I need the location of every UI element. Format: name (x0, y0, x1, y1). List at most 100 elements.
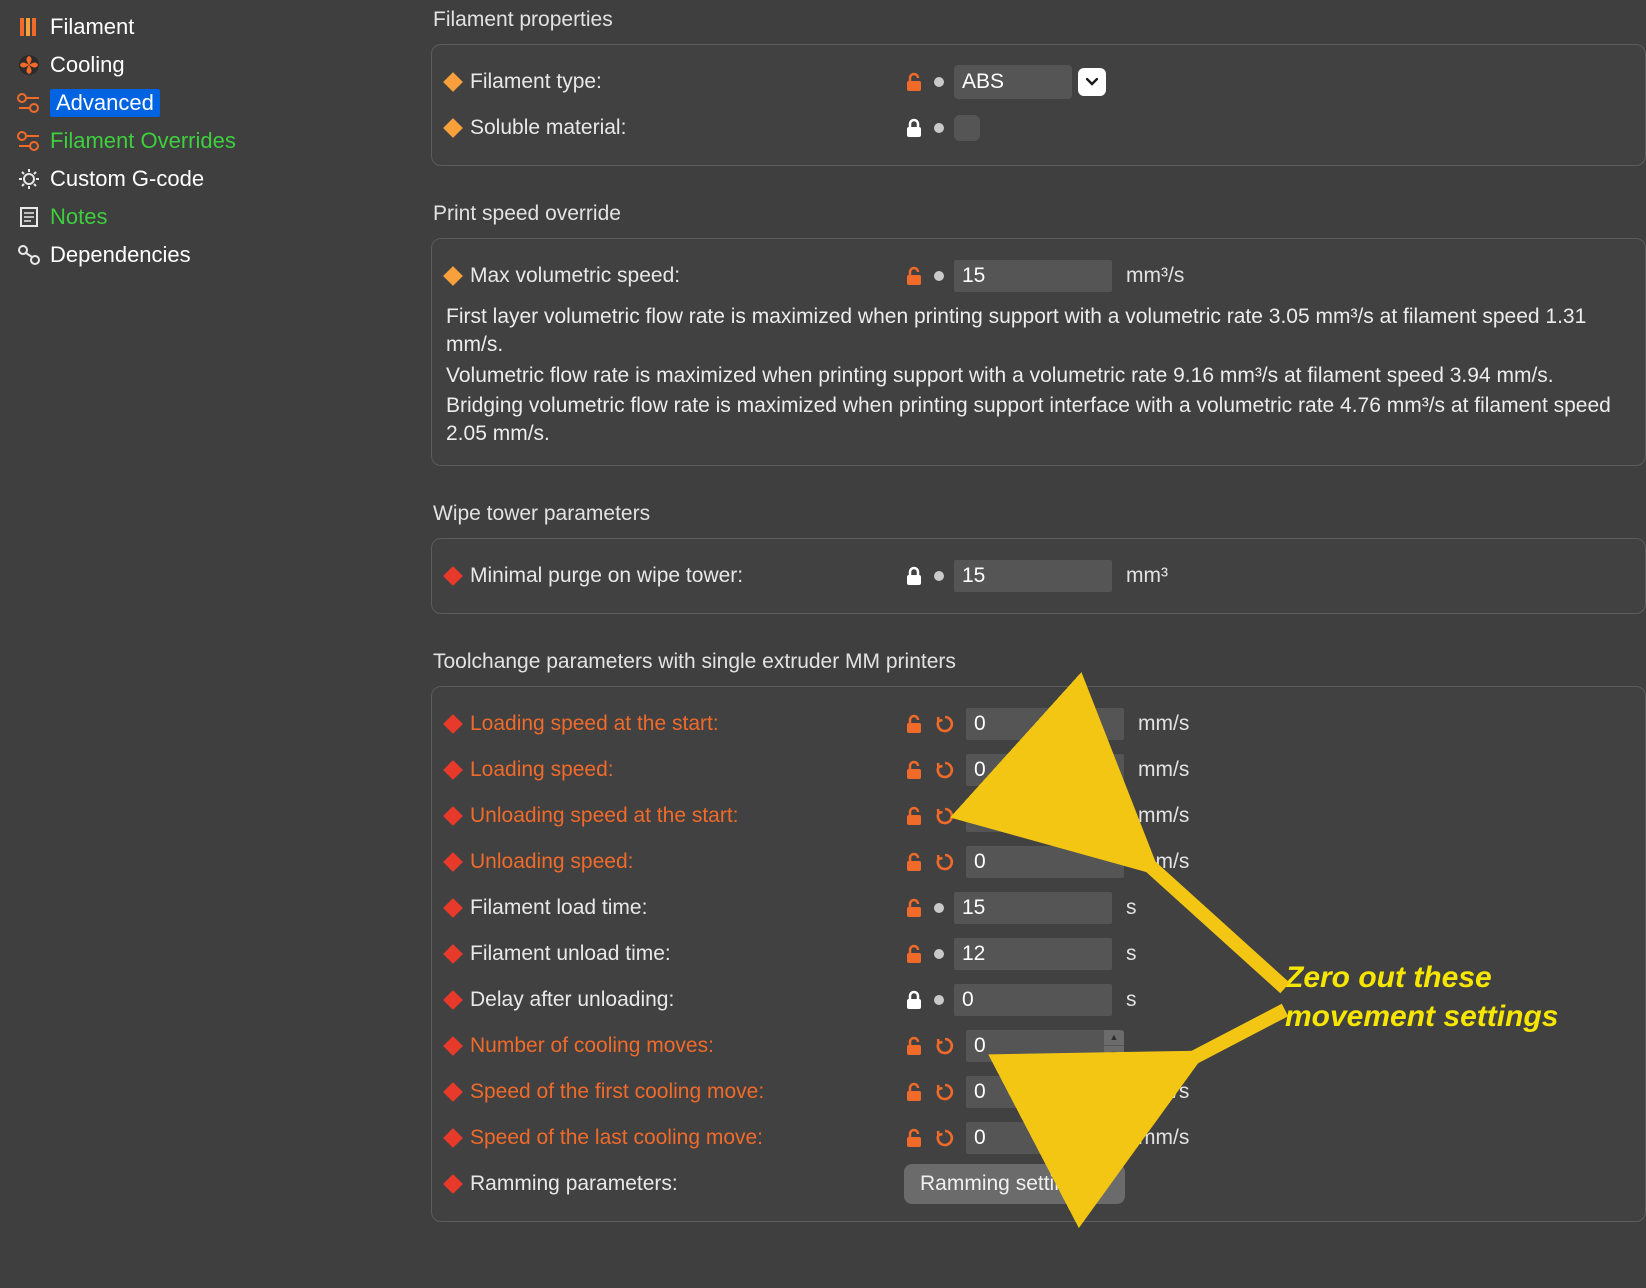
ramming-settings-button[interactable]: Ramming settings… (904, 1164, 1125, 1204)
row-label-text: Minimal purge on wipe tower: (470, 564, 743, 588)
last_cool-input[interactable] (966, 1122, 1124, 1154)
group-title: Print speed override (431, 202, 1646, 226)
row-label-text: Delay after unloading: (470, 988, 674, 1012)
sidebar-item-advanced[interactable]: Advanced (16, 84, 407, 122)
unit-label: mm/s (1138, 1126, 1189, 1150)
reset-icon[interactable] (934, 1081, 956, 1103)
reset-icon[interactable] (934, 759, 956, 781)
unit-label: s (1126, 942, 1137, 966)
group-title: Filament properties (431, 8, 1646, 32)
unlock-icon[interactable] (904, 943, 924, 965)
unlock-icon[interactable] (904, 1081, 924, 1103)
first_cool-input[interactable] (966, 1076, 1124, 1108)
row-label-text: Loading speed at the start: (470, 712, 719, 736)
filament-type-select[interactable]: ABS (954, 65, 1072, 99)
max-volumetric-input[interactable] (954, 260, 1112, 292)
group-filament-properties: Filament properties Filament type: ABS (431, 8, 1646, 166)
reset-icon[interactable] (934, 713, 956, 735)
reset-icon[interactable] (934, 1127, 956, 1149)
row-label-text: Unloading speed: (470, 850, 633, 874)
modified-marker-icon (443, 714, 463, 734)
row-label-text: Unloading speed at the start: (470, 804, 739, 828)
modified-marker-icon (443, 1128, 463, 1148)
row-label-text: Ramming parameters: (470, 1172, 678, 1196)
sidebar-item-filament[interactable]: Filament (16, 8, 407, 46)
modified-marker-icon (443, 118, 463, 138)
sliders-icon (16, 128, 42, 154)
unlock-icon[interactable] (904, 1127, 924, 1149)
row-label-text: Number of cooling moves: (470, 1034, 714, 1058)
unit-label: mm/s (1138, 712, 1189, 736)
row-unloading_start: Unloading speed at the start:mm/s (446, 793, 1631, 839)
sidebar-item-label: Advanced (50, 89, 160, 117)
annotation-text: Zero out these movement settings (1285, 958, 1558, 1036)
unlock-icon[interactable] (904, 1035, 924, 1057)
lock-icon[interactable] (904, 117, 924, 139)
main-panel: Filament properties Filament type: ABS (407, 0, 1646, 1288)
unit-label: mm/s (1138, 758, 1189, 782)
modified-marker-icon (443, 266, 463, 286)
lock-icon[interactable] (904, 989, 924, 1011)
soluble-checkbox[interactable] (954, 115, 980, 141)
sidebar-item-label: Custom G-code (50, 166, 204, 192)
modified-marker-icon (443, 944, 463, 964)
min-purge-input[interactable] (954, 560, 1112, 592)
row-soluble: Soluble material: (446, 105, 1631, 151)
unlock-icon[interactable] (904, 805, 924, 827)
modified-marker-icon (443, 1082, 463, 1102)
lock-icon[interactable] (904, 565, 924, 587)
gear-icon (16, 166, 42, 192)
volumetric-info: First layer volumetric flow rate is maxi… (446, 303, 1631, 449)
dropdown-button[interactable] (1078, 68, 1106, 96)
unloading_start-input[interactable] (966, 800, 1124, 832)
unit-label: mm³/s (1126, 264, 1184, 288)
unlock-icon[interactable] (904, 897, 924, 919)
sidebar-item-cooling[interactable]: Cooling (16, 46, 407, 84)
row-label-text: Speed of the first cooling move: (470, 1080, 764, 1104)
reset-icon[interactable] (934, 1035, 956, 1057)
row-first_cool: Speed of the first cooling move: mm/s (446, 1069, 1631, 1115)
row-filament-type: Filament type: ABS (446, 59, 1631, 105)
unlock-icon[interactable] (904, 759, 924, 781)
load_time-input[interactable] (954, 892, 1112, 924)
loading_start-input[interactable] (966, 708, 1124, 740)
unit-label: mm/s (1138, 1080, 1189, 1104)
unit-label: s (1126, 896, 1137, 920)
modified-marker-icon (443, 990, 463, 1010)
unload_time-input[interactable] (954, 938, 1112, 970)
delay-input[interactable] (954, 984, 1112, 1016)
sidebar-item-dependencies[interactable]: Dependencies (16, 236, 407, 274)
group-print-speed-override: Print speed override Max volumetric spee… (431, 202, 1646, 466)
row-load_time: Filament load time:s (446, 885, 1631, 931)
sidebar-item-custom-gcode[interactable]: Custom G-code (16, 160, 407, 198)
row-loading: Loading speed: mm/s (446, 747, 1631, 793)
unlock-icon[interactable] (904, 71, 924, 93)
row-unloading: Unloading speed:mm/s (446, 839, 1631, 885)
bullet-icon (934, 995, 944, 1005)
group-toolchange: Toolchange parameters with single extrud… (431, 650, 1646, 1222)
bullet-icon (934, 77, 944, 87)
note-icon (16, 204, 42, 230)
unlock-icon[interactable] (904, 265, 924, 287)
sidebar-item-label: Filament (50, 14, 134, 40)
cooling_moves-input[interactable] (966, 1030, 1124, 1062)
sidebar-item-label: Filament Overrides (50, 128, 236, 154)
unlock-icon[interactable] (904, 713, 924, 735)
reset-icon[interactable] (934, 851, 956, 873)
row-loading_start: Loading speed at the start: mm/s (446, 701, 1631, 747)
spinner-arrows[interactable]: ▲▼ (1104, 1030, 1124, 1062)
sidebar-item-notes[interactable]: Notes (16, 198, 407, 236)
row-ramming: Ramming parameters: Ramming settings… (446, 1161, 1631, 1207)
bullet-icon (934, 271, 944, 281)
unloading-input[interactable] (966, 846, 1124, 878)
reset-icon[interactable] (934, 805, 956, 827)
unit-label: mm³ (1126, 564, 1168, 588)
unlock-icon[interactable] (904, 851, 924, 873)
row-label-text: Soluble material: (470, 116, 626, 140)
loading-input[interactable] (966, 754, 1124, 786)
unit-label: s (1126, 988, 1137, 1012)
sidebar-item-filament-overrides[interactable]: Filament Overrides (16, 122, 407, 160)
modified-marker-icon (443, 898, 463, 918)
group-title: Toolchange parameters with single extrud… (431, 650, 1646, 674)
row-label-text: Loading speed: (470, 758, 614, 782)
